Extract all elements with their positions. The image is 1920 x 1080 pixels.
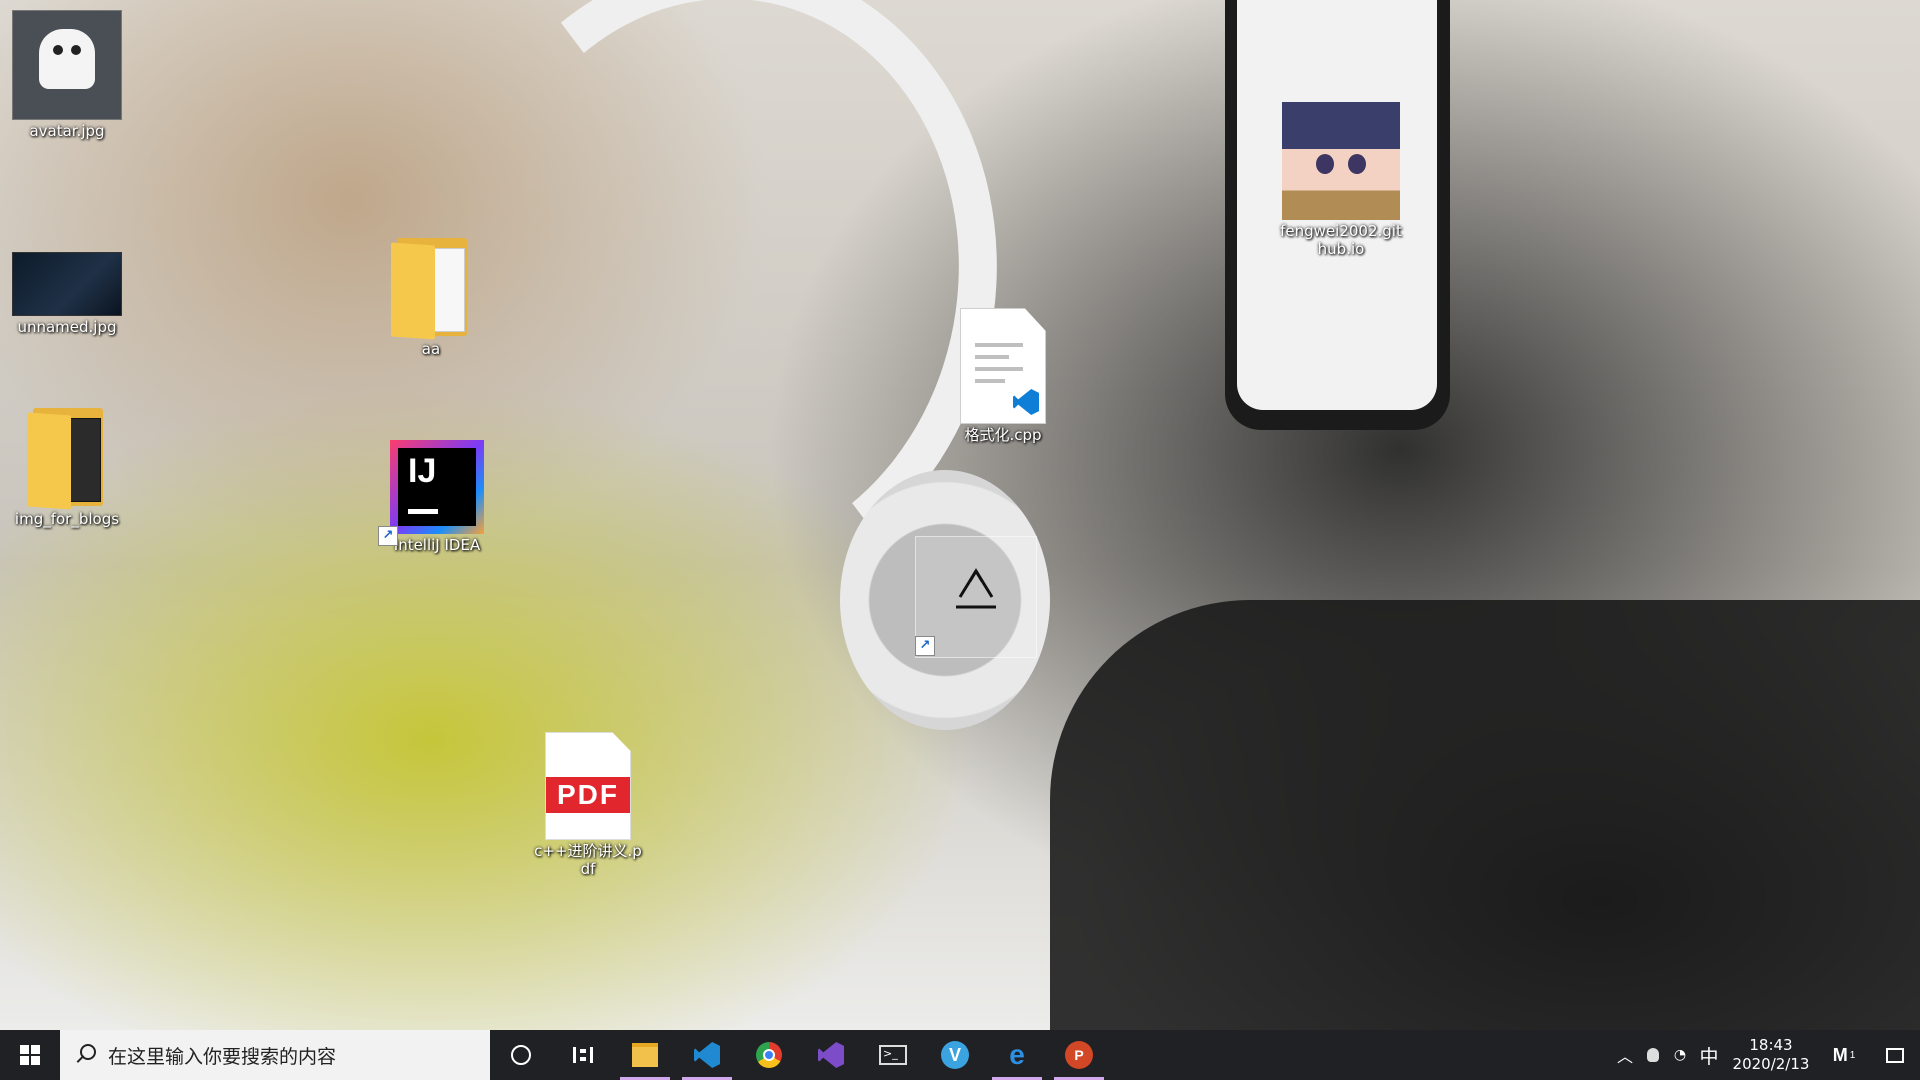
image-thumbnail-icon — [12, 10, 122, 120]
powerpoint-icon: P — [1065, 1041, 1093, 1069]
mi-logo-icon: M — [1832, 1044, 1848, 1065]
start-button[interactable] — [0, 1030, 60, 1080]
qq-penguin-icon — [1647, 1048, 1659, 1062]
folder-icon — [391, 238, 471, 340]
desktop-icon-img-for-blogs[interactable]: img_for_blogs — [12, 408, 122, 528]
clock-date: 2020/2/13 — [1732, 1055, 1810, 1073]
desktop-icon-label: c++进阶讲义.pdf — [534, 842, 642, 878]
desktop-icon-fengwei2002-github-io[interactable]: fengwei2002.github.io — [1276, 102, 1406, 258]
taskbar-app-chrome[interactable] — [738, 1030, 800, 1080]
search-placeholder: 在这里输入你要搜索的内容 — [108, 1045, 337, 1068]
visual-studio-icon — [818, 1042, 844, 1068]
file-explorer-icon — [632, 1043, 658, 1067]
windows-logo-icon — [20, 1045, 40, 1065]
vscode-file-icon — [960, 308, 1046, 424]
taskbar-app-v[interactable]: V — [924, 1030, 986, 1080]
tray-mi-button[interactable]: M 1 — [1818, 1030, 1870, 1080]
image-thumbnail-icon — [12, 252, 122, 316]
mi-badge-count: 1 — [1849, 1049, 1856, 1061]
action-center-button[interactable] — [1870, 1030, 1920, 1080]
edge-icon: e — [1009, 1039, 1025, 1070]
taskbar-app-edge[interactable]: e — [986, 1030, 1048, 1080]
wallpaper-shape — [1050, 600, 1920, 1030]
image-thumbnail-icon — [1282, 102, 1400, 220]
desktop-icon-label: IntelliJ IDEA — [393, 536, 481, 554]
clock-button[interactable]: 18:43 2020/2/13 — [1724, 1030, 1818, 1080]
search-icon — [74, 1044, 96, 1066]
folder-icon — [27, 408, 107, 510]
taskbar-app-powerpoint[interactable]: P — [1048, 1030, 1110, 1080]
taskbar: 在这里输入你要搜索的内容 >_ V e P ︿ ◔ 中 18:43 2020/2… — [0, 1030, 1920, 1080]
cortana-circle-icon — [511, 1045, 531, 1065]
pdf-badge: PDF — [546, 777, 630, 813]
desktop-icon-avatar-jpg[interactable]: avatar.jpg — [12, 10, 122, 140]
ij-logo-text: IJ — [408, 452, 437, 490]
taskbar-app-terminal[interactable]: >_ — [862, 1030, 924, 1080]
input-method-button[interactable]: 中 — [1694, 1030, 1724, 1080]
taskbar-app-visual-studio[interactable] — [800, 1030, 862, 1080]
taskbar-app-vscode[interactable] — [676, 1030, 738, 1080]
desktop-icon-label: fengwei2002.github.io — [1280, 222, 1402, 258]
cortana-button[interactable] — [490, 1030, 552, 1080]
terminal-icon: >_ — [879, 1045, 907, 1065]
network-button[interactable]: ◔ — [1666, 1030, 1694, 1080]
task-view-button[interactable] — [552, 1030, 614, 1080]
desktop-icon-label: 格式化.cpp — [964, 426, 1042, 444]
desktop-icon-recycle-bin[interactable]: ↗ — [915, 536, 1037, 660]
chrome-icon — [756, 1042, 782, 1068]
desktop-icon-aa[interactable]: aa — [376, 238, 486, 358]
wifi-icon: ◔ — [1673, 1047, 1687, 1063]
desktop-icon-label: img_for_blogs — [14, 510, 120, 528]
desktop-icon-label: unnamed.jpg — [17, 318, 117, 336]
intellij-idea-icon: IJ — [390, 440, 484, 534]
vscode-icon — [694, 1042, 720, 1068]
tray-qq-button[interactable] — [1640, 1030, 1666, 1080]
taskbar-search-box[interactable]: 在这里输入你要搜索的内容 — [60, 1030, 490, 1080]
clock-time: 18:43 — [1749, 1036, 1793, 1054]
desktop-icon-label: avatar.jpg — [29, 122, 105, 140]
task-view-icon — [573, 1047, 593, 1063]
pdf-file-icon: PDF — [545, 732, 631, 840]
desktop-icon-intellij-idea[interactable]: IJ ↗ IntelliJ IDEA — [378, 440, 492, 554]
taskbar-app-file-explorer[interactable] — [614, 1030, 676, 1080]
ime-label: 中 — [1699, 1045, 1719, 1068]
shortcut-arrow-icon: ↗ — [378, 526, 398, 546]
v-app-icon: V — [941, 1041, 969, 1069]
show-hidden-icons-button[interactable]: ︿ — [1610, 1030, 1640, 1080]
desktop-icon-unnamed-jpg[interactable]: unnamed.jpg — [12, 252, 122, 336]
desktop-icon-format-cpp[interactable]: 格式化.cpp — [948, 308, 1058, 444]
desktop: avatar.jpg unnamed.jpg img_for_blogs aa … — [0, 0, 1920, 1030]
desktop-icon-cpp-pdf[interactable]: PDF c++进阶讲义.pdf — [534, 732, 642, 878]
notification-icon — [1886, 1047, 1904, 1063]
desktop-icon-label: aa — [421, 340, 441, 358]
chevron-up-icon: ︿ — [1616, 1047, 1633, 1066]
shortcut-arrow-icon: ↗ — [915, 636, 935, 656]
system-tray: ︿ ◔ 中 18:43 2020/2/13 M 1 — [1610, 1030, 1920, 1080]
